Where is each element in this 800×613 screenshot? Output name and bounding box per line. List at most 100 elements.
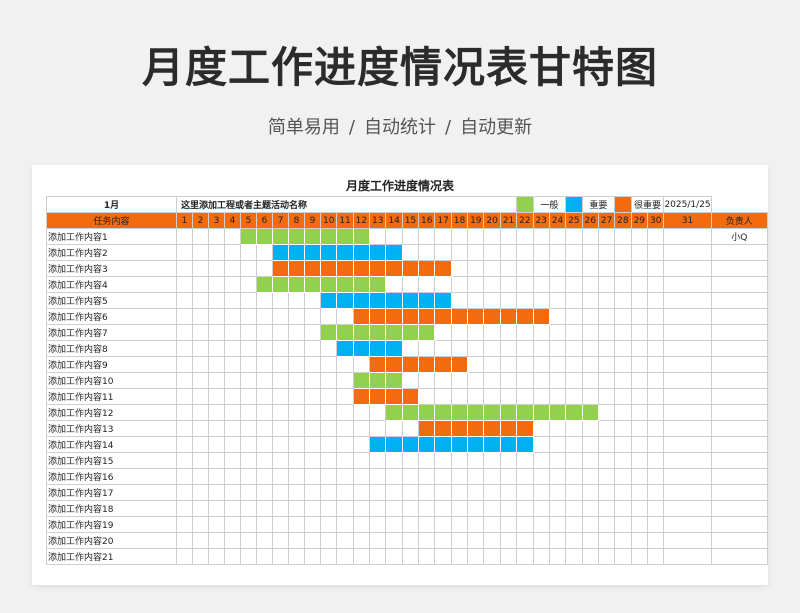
day-cell[interactable] [336, 420, 354, 437]
day-cell[interactable] [548, 452, 567, 469]
day-cell[interactable] [663, 532, 712, 549]
day-cell[interactable] [240, 468, 258, 485]
day-cell[interactable] [532, 548, 550, 565]
day-cell[interactable] [192, 420, 210, 437]
day-cell[interactable] [256, 516, 274, 533]
day-cell[interactable] [532, 228, 550, 245]
day-cell[interactable] [272, 436, 290, 453]
day-cell[interactable] [352, 484, 371, 501]
day-cell[interactable] [272, 292, 290, 309]
day-cell[interactable] [663, 308, 712, 325]
day-cell[interactable] [597, 404, 616, 421]
day-cell[interactable] [385, 228, 403, 245]
gantt-bar-cell[interactable] [483, 308, 501, 325]
day-cell[interactable] [418, 452, 436, 469]
day-cell[interactable] [176, 292, 194, 309]
day-cell[interactable] [450, 468, 469, 485]
task-name-cell[interactable]: 添加工作内容21 [45, 548, 178, 565]
gantt-bar-cell[interactable] [352, 228, 371, 245]
day-cell[interactable] [304, 500, 322, 517]
day-cell[interactable] [614, 468, 632, 485]
day-cell[interactable] [565, 420, 583, 437]
day-cell[interactable] [597, 516, 616, 533]
gantt-bar-cell[interactable] [434, 436, 452, 453]
day-cell[interactable] [483, 516, 501, 533]
day-cell[interactable] [483, 324, 501, 341]
day-cell[interactable] [647, 500, 665, 517]
day-cell[interactable] [434, 484, 452, 501]
day-cell[interactable] [663, 436, 712, 453]
gantt-bar-cell[interactable] [336, 276, 354, 293]
day-cell[interactable] [418, 468, 436, 485]
day-cell[interactable] [401, 228, 420, 245]
day-cell[interactable] [352, 532, 371, 549]
day-cell[interactable] [385, 420, 403, 437]
day-cell[interactable] [614, 292, 632, 309]
day-cell[interactable] [467, 452, 485, 469]
gantt-bar-cell[interactable] [320, 276, 338, 293]
day-cell[interactable] [597, 436, 616, 453]
day-cell[interactable] [352, 420, 371, 437]
day-cell[interactable] [176, 324, 194, 341]
day-cell[interactable] [548, 468, 567, 485]
day-cell[interactable] [224, 324, 242, 341]
day-cell[interactable] [630, 532, 649, 549]
day-cell[interactable] [532, 356, 550, 373]
day-cell[interactable] [630, 244, 649, 261]
day-cell[interactable] [630, 324, 649, 341]
day-cell[interactable] [647, 292, 665, 309]
day-cell[interactable] [336, 484, 354, 501]
gantt-bar-cell[interactable] [467, 436, 485, 453]
day-cell[interactable] [450, 484, 469, 501]
gantt-bar-cell[interactable] [288, 276, 306, 293]
day-cell[interactable] [272, 468, 290, 485]
day-cell[interactable] [483, 228, 501, 245]
day-cell[interactable] [434, 372, 452, 389]
gantt-bar-cell[interactable] [548, 404, 567, 421]
gantt-bar-cell[interactable] [320, 324, 338, 341]
day-cell[interactable] [647, 324, 665, 341]
task-name-cell[interactable]: 添加工作内容11 [45, 388, 178, 405]
day-cell[interactable] [614, 404, 632, 421]
day-cell[interactable] [240, 372, 258, 389]
day-cell[interactable] [565, 292, 583, 309]
day-cell[interactable] [647, 436, 665, 453]
day-cell[interactable] [434, 228, 452, 245]
gantt-bar-cell[interactable] [304, 228, 322, 245]
gantt-bar-cell[interactable] [352, 244, 371, 261]
day-cell[interactable] [240, 548, 258, 565]
day-cell[interactable] [663, 372, 712, 389]
day-cell[interactable] [467, 532, 485, 549]
day-cell[interactable] [176, 340, 194, 357]
day-cell[interactable] [192, 436, 210, 453]
day-cell[interactable] [304, 308, 322, 325]
day-cell[interactable] [630, 484, 649, 501]
day-cell[interactable] [288, 324, 306, 341]
day-cell[interactable] [288, 548, 306, 565]
owner-cell[interactable] [710, 276, 768, 293]
day-cell[interactable] [483, 340, 501, 357]
day-cell[interactable] [532, 276, 550, 293]
day-cell[interactable] [630, 292, 649, 309]
day-cell[interactable] [224, 436, 242, 453]
day-cell[interactable] [224, 260, 242, 277]
gantt-bar-cell[interactable] [418, 324, 436, 341]
day-cell[interactable] [224, 340, 242, 357]
day-cell[interactable] [647, 276, 665, 293]
day-cell[interactable] [548, 228, 567, 245]
day-cell[interactable] [385, 484, 403, 501]
gantt-bar-cell[interactable] [304, 260, 322, 277]
day-cell[interactable] [597, 324, 616, 341]
day-cell[interactable] [176, 388, 194, 405]
day-cell[interactable] [565, 484, 583, 501]
day-cell[interactable] [401, 484, 420, 501]
day-cell[interactable] [581, 484, 599, 501]
owner-cell[interactable] [710, 308, 768, 325]
day-cell[interactable] [224, 532, 242, 549]
day-cell[interactable] [532, 436, 550, 453]
day-cell[interactable] [256, 484, 274, 501]
day-cell[interactable] [272, 500, 290, 517]
day-cell[interactable] [288, 372, 306, 389]
day-cell[interactable] [288, 436, 306, 453]
day-cell[interactable] [418, 548, 436, 565]
